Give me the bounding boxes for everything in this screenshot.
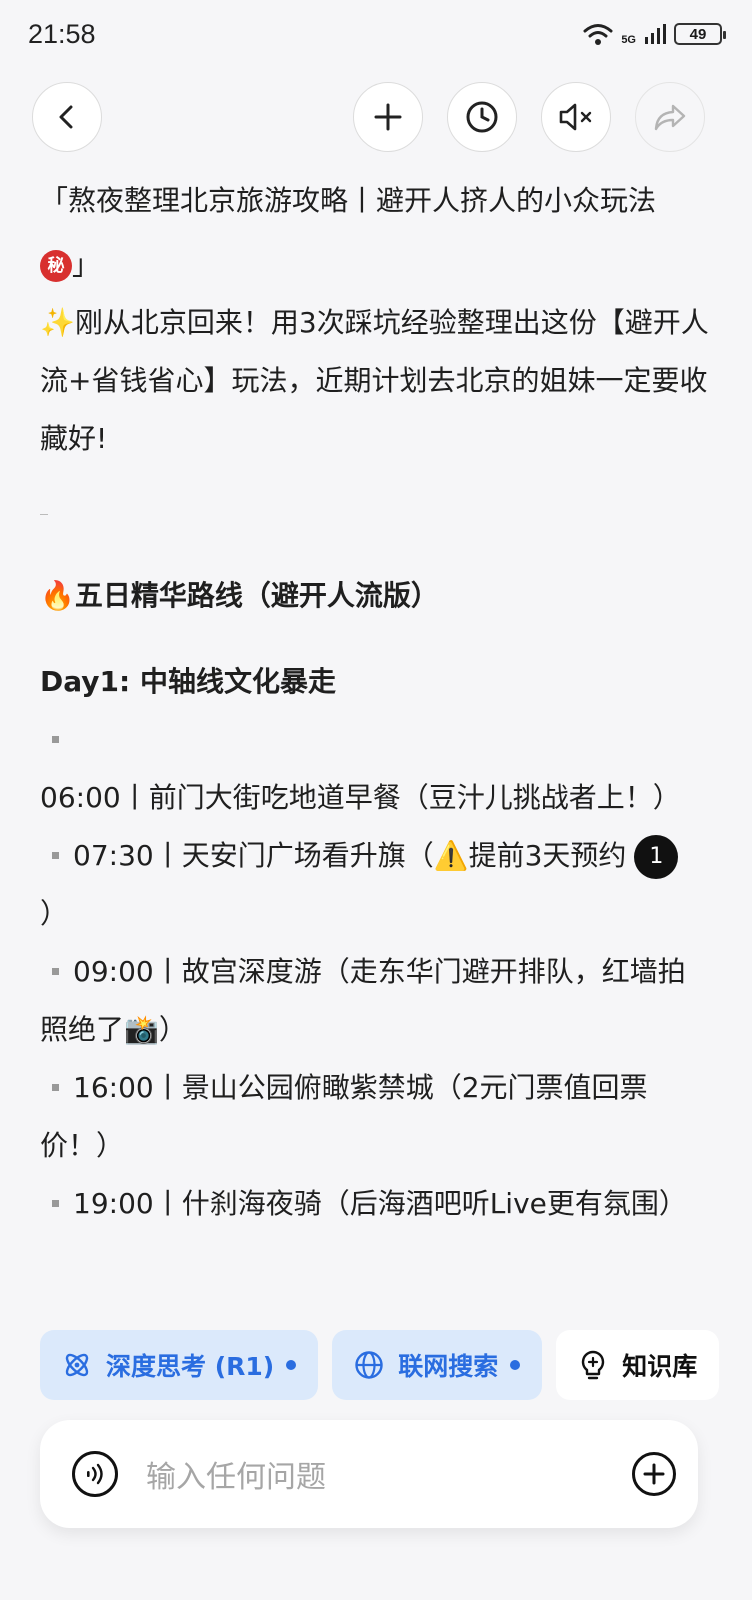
bullet-icon [52,735,59,743]
new-chat-button[interactable] [353,82,423,152]
item-text: 19:00丨什刹海夜骑（后海酒吧听Live更有氛围） [73,1187,687,1220]
attach-button[interactable] [632,1452,676,1496]
list-item: 07:30丨天安门广场看升旗（⚠️提前3天预约 1 ） [40,827,710,943]
deep-think-toggle[interactable]: 深度思考 (R1) [40,1330,319,1400]
battery-icon: 49 [674,23,726,45]
atom-icon [65,1353,89,1377]
plus-icon [374,103,402,131]
item-text: ） [40,897,69,930]
fire-icon: 🔥 [40,579,75,612]
feature-chips: 深度思考 (R1) 联网搜索 知识库 [40,1330,752,1402]
knowledge-label: 知识库 [622,1352,698,1381]
list-item: 16:00丨景山公园俯瞰紫禁城（2元门票值回票价！） [40,1059,710,1175]
voice-button[interactable] [72,1451,118,1497]
item-text: 06:00丨前门大街吃地道早餐（豆汁儿挑战者上！） [40,781,681,814]
active-dot [510,1360,521,1370]
message-title: 「熬夜整理北京旅游攻略丨避开人挤人的小众玩法 [40,172,710,230]
bullet-icon [52,851,59,859]
item-text: 16:00丨景山公园俯瞰紫禁城（2元门票值回票价！） [40,1071,648,1162]
status-bar: 21:58 5G 49 [0,0,752,68]
warning-icon: ⚠️ [433,839,469,872]
plus-icon [643,1463,665,1485]
section-heading: 🔥五日精华路线（避开人流版） [40,567,710,625]
bullet-icon [52,1199,59,1207]
wifi-icon [583,24,613,45]
share-button[interactable] [635,82,705,152]
camera-icon: 📸 [124,1013,159,1046]
battery-level: 49 [689,25,707,43]
sparkles-icon: ✨ [40,306,75,339]
knowledge-base-button[interactable]: 知识库 [556,1330,720,1400]
globe-icon [355,1351,383,1379]
intro-paragraph: ✨刚从北京回来！用3次踩坑经验整理出这份【避开人流+省钱省心】玩法，近期计划去北… [40,294,710,468]
deep-think-label: 深度思考 (R1) [106,1352,275,1381]
bullet-icon [52,1083,59,1091]
lightbulb-icon [582,1350,605,1380]
back-button[interactable] [32,82,102,152]
chevron-left-icon [59,105,73,129]
mute-button[interactable] [541,82,611,152]
citation-badge[interactable]: 1 [634,835,679,879]
chat-input-bar: 输入任何问题 [40,1420,698,1528]
intro-text: 刚从北京回来！用3次踩坑经验整理出这份【避开人流+省钱省心】玩法，近期计划去北京… [40,306,709,455]
item-text: ） [158,1013,187,1046]
clock-icon [466,101,498,133]
status-time: 21:58 [28,18,96,49]
message-input[interactable]: 输入任何问题 [146,1452,632,1496]
list-item: 09:00丨故宫深度游（走东华门避开排队，红墙拍照绝了📸） [40,943,710,1059]
message-title-end: 秘」 [40,236,710,294]
title-line1: 「熬夜整理北京旅游攻略丨避开人挤人的小众玩法 [40,184,657,217]
list-item: 19:00丨什刹海夜骑（后海酒吧听Live更有氛围） [40,1175,710,1233]
web-search-toggle[interactable]: 联网搜索 [332,1330,543,1400]
title-line2-suffix: 」 [72,248,101,281]
assistant-message: 「熬夜整理北京旅游攻略丨避开人挤人的小众玩法 秘」 ✨刚从北京回来！用3次踩坑经… [40,172,710,1233]
divider [40,514,48,515]
active-dot [286,1360,297,1370]
secret-badge-icon: 秘 [40,250,72,282]
day1-heading: Day1: 中轴线文化暴走 [40,665,336,698]
section-title: 五日精华路线（避开人流版） [74,579,439,612]
share-arrow-icon [654,104,686,131]
top-nav [0,82,752,154]
status-icons: 5G 49 [583,22,726,46]
signal-icon [645,24,666,44]
network-label: 5G [621,34,636,46]
web-search-label: 联网搜索 [398,1352,499,1381]
item-text: 07:30丨天安门广场看升旗（ [73,839,434,872]
speaker-mute-icon [559,103,592,131]
voice-wave-icon [87,1463,103,1485]
item-text: 提前3天预约 [468,839,627,872]
list-item: 06:00丨前门大街吃地道早餐（豆汁儿挑战者上！） [40,711,710,827]
bullet-icon [52,967,59,975]
history-button[interactable] [447,82,517,152]
